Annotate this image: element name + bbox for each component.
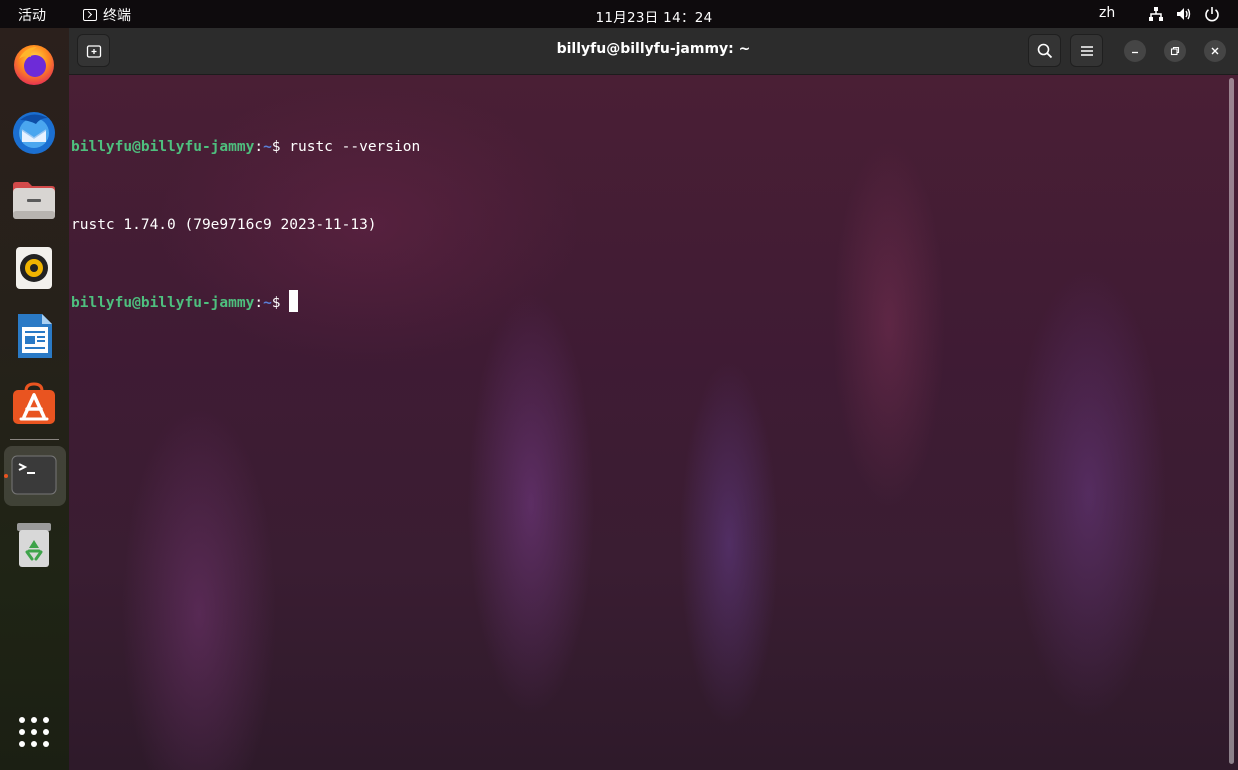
volume-icon	[1177, 8, 1191, 20]
dock-firefox[interactable]	[10, 40, 58, 88]
restore-icon	[1170, 46, 1180, 56]
command-text: rustc --version	[280, 139, 421, 155]
window-title: billyfu@billyfu-jammy: ~	[556, 41, 751, 57]
terminal-output[interactable]: billyfu@billyfu-jammy:~$ rustc --version…	[71, 82, 420, 368]
dock-trash[interactable]	[10, 521, 58, 569]
input-method-indicator[interactable]: zh	[1099, 5, 1115, 21]
prompt-separator: :	[254, 139, 264, 155]
search-button[interactable]	[1028, 34, 1061, 67]
trash-icon	[17, 523, 51, 567]
dock-separator	[10, 439, 59, 440]
libreoffice-writer-icon	[18, 314, 52, 358]
rhythmbox-icon	[16, 247, 52, 289]
dock-files[interactable]	[10, 176, 58, 224]
system-tray[interactable]	[1148, 5, 1220, 23]
ubuntu-software-icon	[13, 382, 55, 424]
dock-rhythmbox[interactable]	[10, 244, 58, 292]
prompt-separator: :	[254, 295, 264, 311]
maximize-button[interactable]	[1164, 40, 1186, 62]
prompt-user: billyfu@billyfu-jammy	[71, 295, 255, 311]
command-output: rustc 1.74.0 (79e9716c9 2023-11-13)	[71, 217, 377, 233]
dock-terminal[interactable]	[10, 451, 58, 499]
clock[interactable]: 11月23日 14：24	[0, 6, 1238, 26]
dock-libreoffice-writer[interactable]	[10, 312, 58, 360]
power-icon	[1205, 7, 1219, 22]
show-applications-button[interactable]	[10, 708, 58, 756]
minimize-button[interactable]	[1124, 40, 1146, 62]
text-cursor	[289, 290, 299, 312]
terminal-icon	[11, 455, 57, 495]
terminal-line: billyfu@billyfu-jammy:~$ rustc --version	[71, 134, 420, 160]
close-icon	[1211, 47, 1219, 55]
prompt-user: billyfu@billyfu-jammy	[71, 139, 255, 155]
scrollbar-thumb[interactable]	[1229, 78, 1234, 764]
minimize-icon	[1132, 51, 1138, 54]
dock	[0, 28, 69, 770]
thunderbird-icon	[13, 112, 55, 154]
network-icon	[1149, 7, 1163, 21]
dock-thunderbird[interactable]	[10, 108, 58, 156]
firefox-icon	[14, 45, 54, 85]
prompt-symbol: $	[271, 139, 281, 155]
terminal-line: billyfu@billyfu-jammy:~$	[71, 290, 420, 316]
top-bar: 活动 终端 11月23日 14：24 zh	[0, 0, 1238, 28]
window-titlebar[interactable]: billyfu@billyfu-jammy: ~	[69, 28, 1238, 75]
show-applications-icon	[19, 717, 49, 747]
running-indicator	[4, 474, 8, 478]
terminal-window: billyfu@billyfu-jammy: ~ billyfu@billyfu…	[69, 28, 1238, 770]
search-icon	[1037, 43, 1052, 58]
prompt-path: ~	[263, 295, 272, 311]
prompt-path: ~	[263, 139, 272, 155]
menu-button[interactable]	[1070, 34, 1103, 67]
hamburger-menu-icon	[1080, 45, 1093, 56]
close-button[interactable]	[1204, 40, 1226, 62]
terminal-line: rustc 1.74.0 (79e9716c9 2023-11-13)	[71, 212, 420, 238]
files-icon	[13, 182, 55, 219]
dock-ubuntu-software[interactable]	[10, 380, 58, 428]
prompt-symbol: $	[271, 295, 281, 311]
